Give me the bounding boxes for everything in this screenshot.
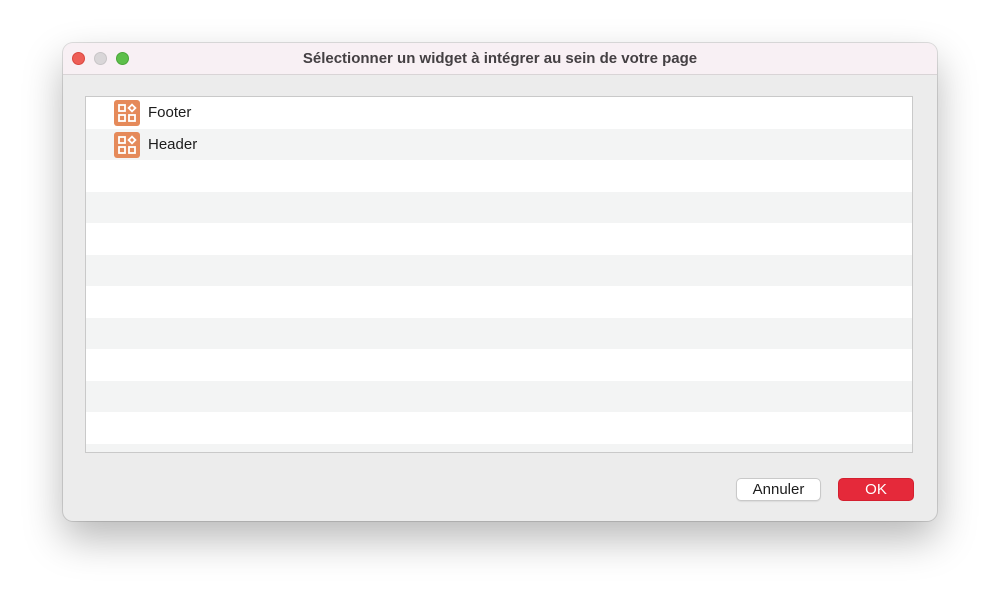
- empty-row: [86, 191, 912, 223]
- empty-row: [86, 223, 912, 255]
- empty-row: [86, 443, 912, 452]
- list-item-header[interactable]: Header: [86, 128, 912, 160]
- title-bar: Sélectionner un widget à intégrer au sei…: [63, 43, 937, 75]
- ok-button[interactable]: OK: [838, 478, 914, 501]
- dialog-window: Sélectionner un widget à intégrer au sei…: [63, 43, 937, 521]
- empty-row: [86, 412, 912, 444]
- empty-row: [86, 349, 912, 381]
- empty-row: [86, 317, 912, 349]
- list-item-footer[interactable]: Footer: [86, 97, 912, 129]
- widget-list: Footer Header: [85, 96, 913, 453]
- empty-row: [86, 286, 912, 318]
- cancel-button[interactable]: Annuler: [736, 478, 821, 501]
- widget-icon: [114, 131, 140, 158]
- empty-row: [86, 254, 912, 286]
- dialog-title: Sélectionner un widget à intégrer au sei…: [302, 50, 698, 67]
- widget-icon: [114, 100, 140, 126]
- empty-row: [86, 160, 912, 192]
- list-item-label: Header: [148, 135, 198, 153]
- empty-row: [86, 380, 912, 412]
- list-item-label: Footer: [148, 104, 192, 121]
